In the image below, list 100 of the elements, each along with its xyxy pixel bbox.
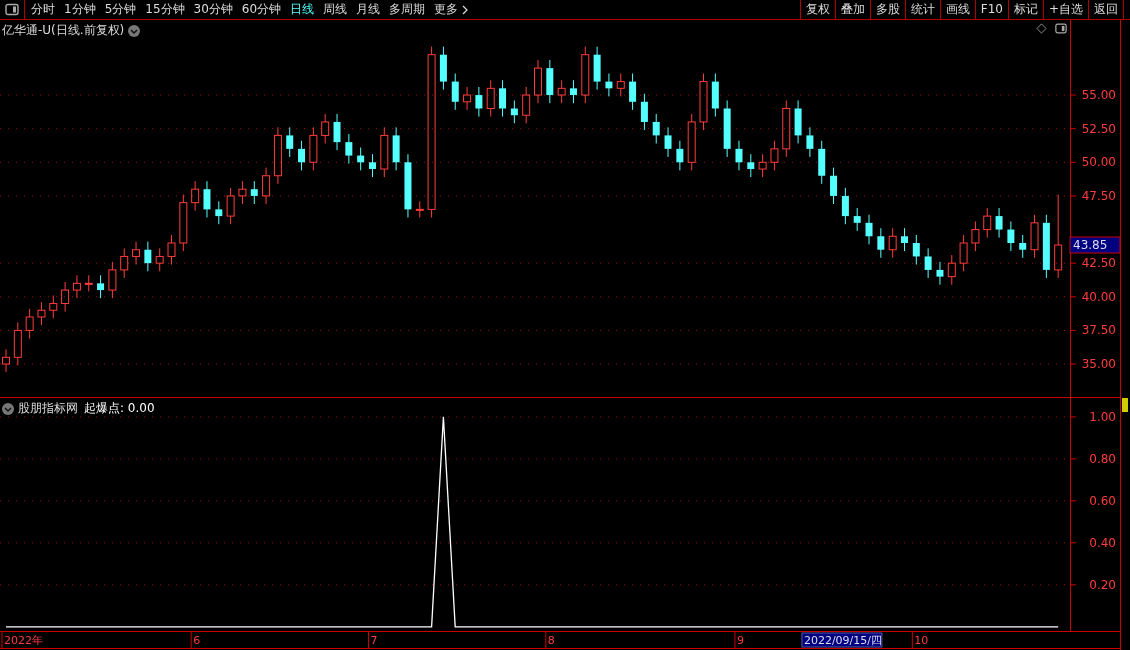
price-tick-label: 40.00 xyxy=(1081,289,1116,304)
price-tick-label: 37.50 xyxy=(1081,323,1116,338)
toolbar-button[interactable]: 标记 xyxy=(1007,0,1043,19)
toolbar-button[interactable]: 画线 xyxy=(939,0,975,19)
candlestick xyxy=(345,133,353,165)
value-tick-label: 0.40 xyxy=(1089,535,1116,550)
candlestick xyxy=(841,187,849,225)
candlestick xyxy=(593,46,601,91)
toolbar-button[interactable]: +自选 xyxy=(1042,0,1088,19)
candlestick xyxy=(865,214,873,245)
diamond-icon[interactable] xyxy=(1036,23,1047,34)
toolbar-button[interactable]: 复权 xyxy=(799,0,835,19)
candlestick xyxy=(321,113,330,144)
value-tick-label: 0.80 xyxy=(1089,451,1116,466)
candlestick xyxy=(912,234,920,265)
price-tick-label: 55.00 xyxy=(1081,88,1116,103)
candlestick xyxy=(557,79,566,104)
toolbar-button[interactable]: 返回 xyxy=(1088,0,1123,19)
candlestick xyxy=(380,126,389,178)
toolbar-button[interactable]: F10 xyxy=(974,0,1008,19)
date-tick-label: 2022年 xyxy=(4,634,43,647)
candlestick xyxy=(1019,234,1027,259)
date-tick-label: 7 xyxy=(370,634,378,647)
candlestick xyxy=(605,73,613,97)
candlestick xyxy=(167,234,176,265)
candlestick xyxy=(877,227,885,259)
cursor-date-label: 2022/09/15/四 xyxy=(801,632,883,648)
candlestick xyxy=(179,194,188,252)
candlestick xyxy=(640,93,648,131)
candlestick xyxy=(250,180,258,205)
period-tab[interactable]: 30分钟 xyxy=(193,1,233,18)
candlestick xyxy=(687,113,696,171)
panel-toggle-icon[interactable] xyxy=(1055,23,1067,34)
period-tab[interactable]: 月线 xyxy=(356,1,381,18)
candlestick xyxy=(947,254,956,286)
period-tab[interactable]: 分时 xyxy=(31,1,55,18)
candlestick xyxy=(144,241,152,272)
value-tick-label: 0.60 xyxy=(1089,493,1116,508)
candlestick xyxy=(108,261,117,299)
candlestick xyxy=(61,281,70,313)
price-tick-label: 42.50 xyxy=(1081,256,1116,271)
candlestick xyxy=(25,308,34,339)
candlestick xyxy=(818,140,826,185)
candlestick xyxy=(546,59,554,104)
toolbar-button[interactable]: 叠加 xyxy=(834,0,870,19)
period-tab[interactable]: 60分钟 xyxy=(241,1,282,18)
candlestick xyxy=(2,348,10,373)
period-tab[interactable]: 5分钟 xyxy=(104,1,137,18)
candlestick xyxy=(770,140,779,171)
candlestick xyxy=(569,79,577,104)
candlestick xyxy=(888,227,897,259)
candlestick xyxy=(37,301,46,326)
toolbar-button[interactable]: 多股 xyxy=(869,0,905,19)
candlestick xyxy=(664,126,672,158)
candlestick xyxy=(120,247,129,279)
dropdown-icon[interactable] xyxy=(128,24,141,37)
more-menu[interactable]: 更多 xyxy=(434,1,469,18)
candlestick xyxy=(747,153,755,178)
period-tab[interactable]: 日线 xyxy=(290,1,315,18)
date-tick-label: 9 xyxy=(737,634,744,647)
value-tick-label: 0.20 xyxy=(1089,577,1116,592)
candlestick xyxy=(215,200,223,225)
candlestick xyxy=(699,73,708,131)
candlestick xyxy=(723,99,731,158)
candlestick xyxy=(510,99,518,124)
period-tab[interactable]: 1分钟 xyxy=(64,1,96,18)
candlestick xyxy=(13,321,22,366)
period-tab[interactable]: 15分钟 xyxy=(145,1,185,18)
candlestick xyxy=(286,126,294,158)
candlestick xyxy=(404,153,412,218)
candlestick xyxy=(475,86,483,118)
candlestick xyxy=(238,180,247,205)
candlestick xyxy=(735,140,743,171)
candlestick xyxy=(971,221,980,252)
candlestick xyxy=(758,153,767,178)
candlestick xyxy=(629,73,637,111)
candlestick xyxy=(262,167,271,205)
candlestick xyxy=(155,247,164,272)
candlestick xyxy=(959,234,968,272)
candlestick xyxy=(616,73,625,97)
dropdown-icon[interactable] xyxy=(2,402,14,415)
candlestick xyxy=(782,99,791,158)
price-tick-label: 52.50 xyxy=(1081,121,1116,136)
candlestick xyxy=(333,113,341,151)
candlestick xyxy=(84,274,93,292)
period-tab[interactable]: 周线 xyxy=(323,1,348,18)
candlestick xyxy=(191,180,200,212)
candlestick xyxy=(451,73,459,111)
candlestick xyxy=(522,86,531,124)
period-tab[interactable]: 多周期 xyxy=(389,1,426,18)
candlestick xyxy=(72,274,81,299)
candlestick xyxy=(392,126,400,171)
toolbar-button[interactable]: 统计 xyxy=(904,0,940,19)
candlestick xyxy=(794,99,802,144)
candlestick xyxy=(415,200,424,218)
candlestick xyxy=(1030,214,1039,259)
candlestick xyxy=(652,113,660,144)
candlestick xyxy=(711,73,719,118)
candlestick xyxy=(273,126,282,185)
candlestick xyxy=(463,86,472,111)
